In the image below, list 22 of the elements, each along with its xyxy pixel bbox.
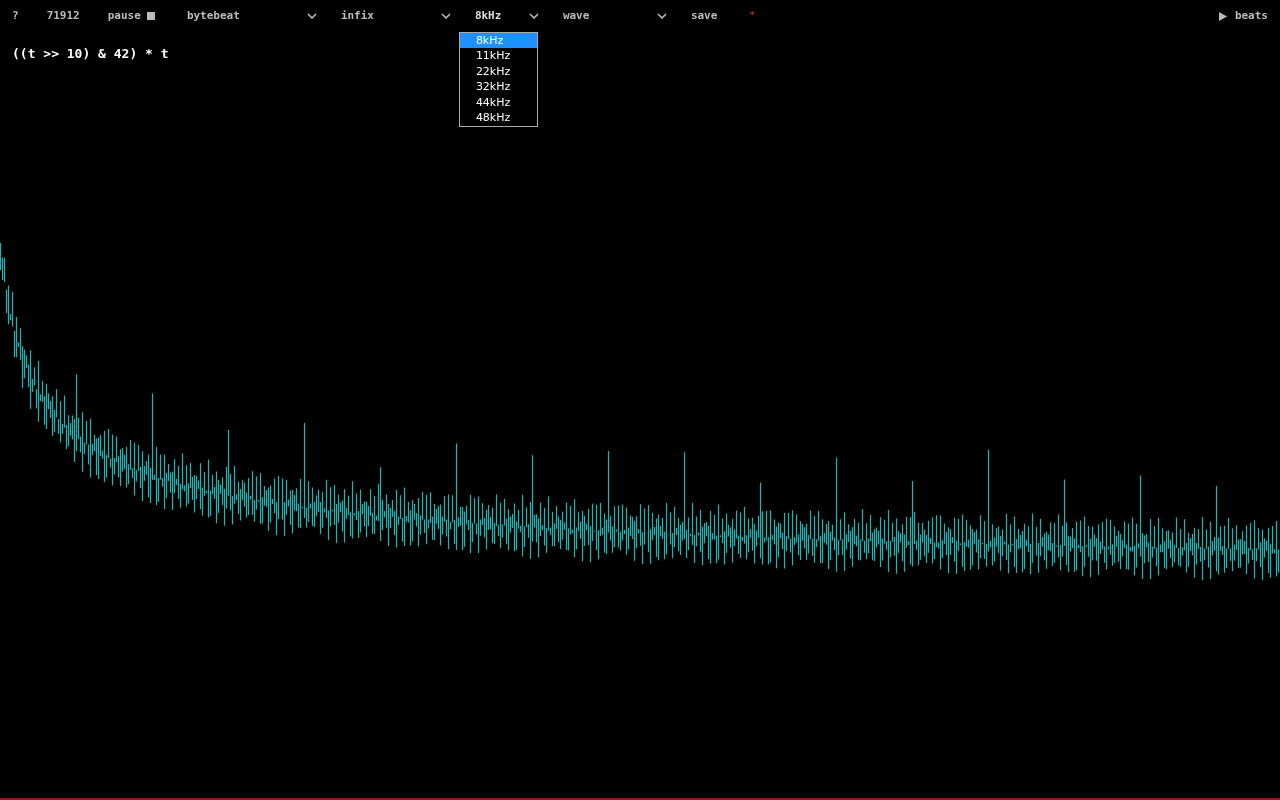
caret-icon <box>656 13 667 19</box>
save-button[interactable]: save <box>690 7 718 25</box>
modified-marker: * <box>749 9 755 23</box>
caret-icon <box>440 13 451 19</box>
expression-text[interactable]: ((t >> 10) & 42) * t <box>12 44 169 64</box>
caret-icon <box>306 13 317 19</box>
select-field[interactable]: bytebeat <box>186 7 317 25</box>
dropdown-option[interactable]: 44kHz <box>459 94 537 111</box>
select-field[interactable]: infix <box>340 7 451 25</box>
caret-icon <box>528 13 539 19</box>
play-icon <box>1218 11 1227 21</box>
dropdown-option[interactable]: 11kHz <box>459 48 537 64</box>
select-field[interactable]: 8kHz <box>474 7 539 25</box>
dropdown-option[interactable]: 48kHz <box>459 110 537 126</box>
sample-counter: 71912 <box>46 7 80 24</box>
select-field[interactable]: wave <box>562 7 667 25</box>
pause-button[interactable]: pause <box>107 7 155 25</box>
beats-button[interactable]: beats <box>1218 7 1268 25</box>
help-button[interactable]: ? <box>12 7 19 25</box>
dropdown-option[interactable]: 22kHz <box>459 63 537 80</box>
dropdown-option[interactable]: 32kHz <box>459 79 537 95</box>
stop-icon <box>146 12 155 20</box>
